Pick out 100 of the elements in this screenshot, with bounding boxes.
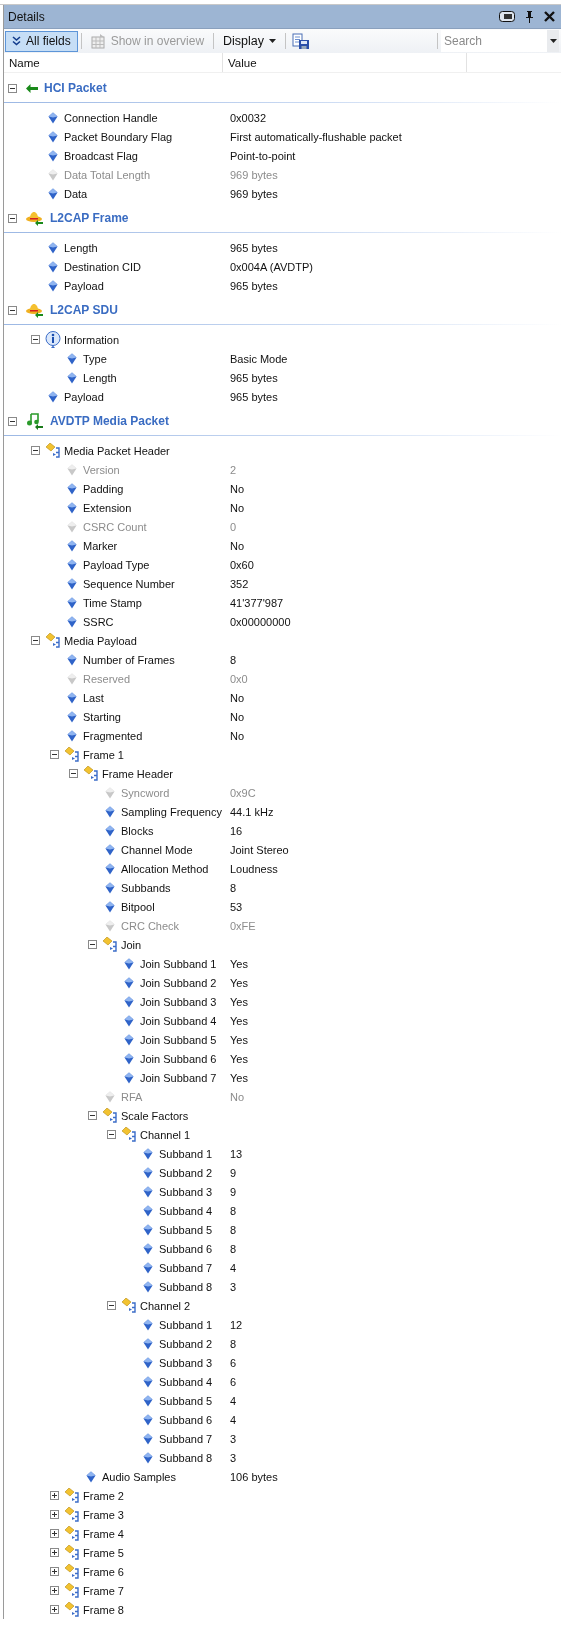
field-name[interactable]: Frame 4 (83, 1527, 124, 1540)
field-name[interactable]: Length (83, 371, 117, 384)
field-name[interactable]: Last (83, 691, 104, 704)
field-name[interactable]: Subband 4 (159, 1204, 213, 1217)
collapse-toggle[interactable] (69, 769, 78, 778)
collapse-toggle[interactable] (50, 1605, 59, 1614)
field-value: 53 (230, 900, 243, 913)
field-name[interactable]: Subband 1 (159, 1318, 213, 1331)
field-name[interactable]: Join Subband 2 (140, 976, 217, 989)
collapse-toggle[interactable] (50, 1491, 59, 1500)
field-name[interactable]: Join (121, 938, 142, 951)
collapse-toggle[interactable] (8, 213, 17, 223)
close-icon[interactable] (544, 11, 555, 22)
save-icon[interactable] (292, 32, 311, 50)
field-name[interactable]: Frame 5 (83, 1546, 124, 1559)
structure-icon (63, 1506, 81, 1523)
field-name[interactable]: Join Subband 3 (140, 995, 217, 1008)
field-name[interactable]: Channel 1 (140, 1128, 191, 1141)
column-header[interactable]: Name (4, 53, 223, 72)
field-name[interactable]: Join Subband 4 (140, 1014, 217, 1027)
field-name[interactable]: Starting (83, 710, 121, 723)
field-name[interactable]: Payload (64, 279, 104, 292)
field-name[interactable]: Scale Factors (121, 1109, 189, 1122)
field-name[interactable]: Frame 3 (83, 1508, 124, 1521)
field-name[interactable]: Padding (83, 482, 124, 495)
field-name[interactable]: Subband 8 (159, 1451, 213, 1464)
collapse-toggle[interactable] (8, 83, 17, 93)
field-name[interactable]: Frame Header (102, 767, 173, 780)
collapse-toggle[interactable] (50, 1529, 59, 1538)
field-name[interactable]: Subband 3 (159, 1356, 213, 1369)
field-name[interactable]: Frame 2 (83, 1489, 124, 1502)
collapse-toggle[interactable] (8, 416, 17, 426)
search-dropdown-button[interactable] (547, 30, 559, 52)
field-name[interactable]: Frame 8 (83, 1603, 124, 1616)
field-name[interactable]: Subband 2 (159, 1166, 213, 1179)
collapse-toggle[interactable] (31, 335, 40, 344)
field-name[interactable]: Subband 8 (159, 1280, 213, 1293)
field-name[interactable]: Payload Type (83, 558, 150, 571)
field-name[interactable]: Frame 1 (83, 748, 124, 761)
field-name[interactable]: Packet Boundary Flag (64, 130, 173, 143)
all-fields-button[interactable]: All fields (5, 30, 78, 52)
field-name[interactable]: Subband 2 (159, 1337, 213, 1350)
field-name[interactable]: Length (64, 241, 98, 254)
field-value: No (230, 710, 245, 723)
field-name[interactable]: Data (64, 187, 88, 200)
field-name[interactable]: Subband 4 (159, 1375, 213, 1388)
collapse-toggle[interactable] (50, 1567, 59, 1576)
collapse-toggle[interactable] (8, 305, 17, 315)
field-name[interactable]: Join Subband 1 (140, 957, 217, 970)
field-name[interactable]: Frame 7 (83, 1584, 124, 1597)
field-name[interactable]: Marker (83, 539, 118, 552)
field-name[interactable]: Subband 1 (159, 1147, 213, 1160)
field-name[interactable]: Payload (64, 390, 104, 403)
field-name[interactable]: Bitpool (121, 900, 155, 913)
column-header[interactable]: Value (223, 53, 467, 72)
display-dropdown[interactable]: Display (217, 30, 283, 52)
collapse-toggle[interactable] (50, 750, 59, 759)
collapse-toggle[interactable] (50, 1548, 59, 1557)
field-name[interactable]: Allocation Method (121, 862, 209, 875)
field-name[interactable]: Connection Handle (64, 111, 158, 124)
field-name[interactable]: Join Subband 5 (140, 1033, 217, 1046)
collapse-toggle[interactable] (31, 446, 40, 455)
search-field[interactable]: Search (441, 30, 547, 52)
field-name[interactable]: Channel 2 (140, 1299, 191, 1312)
field-name[interactable]: Number of Frames (83, 653, 175, 666)
field-name[interactable]: Subband 7 (159, 1261, 213, 1274)
collapse-toggle[interactable] (50, 1586, 59, 1595)
field-name[interactable]: Subband 3 (159, 1185, 213, 1198)
field-name[interactable]: Media Packet Header (64, 444, 170, 457)
field-name[interactable]: Join Subband 6 (140, 1052, 217, 1065)
field-name[interactable]: SSRC (83, 615, 114, 628)
field-name[interactable]: Type (83, 352, 107, 365)
field-name[interactable]: Information (64, 333, 120, 346)
field-name[interactable]: Subbands (121, 881, 171, 894)
collapse-toggle[interactable] (88, 940, 97, 949)
field-name[interactable]: Subband 6 (159, 1413, 213, 1426)
field-name[interactable]: Subband 6 (159, 1242, 213, 1255)
field-name[interactable]: Join Subband 7 (140, 1071, 217, 1084)
field-name[interactable]: Blocks (121, 824, 154, 837)
field-name[interactable]: Sampling Frequency (121, 805, 222, 818)
field-name[interactable]: Channel Mode (121, 843, 193, 856)
field-name[interactable]: Subband 7 (159, 1432, 213, 1445)
field-name[interactable]: Audio Samples (102, 1470, 176, 1483)
field-name[interactable]: Media Payload (64, 634, 137, 647)
collapse-toggle[interactable] (107, 1130, 116, 1139)
field-name[interactable]: Subband 5 (159, 1394, 213, 1407)
pin-icon[interactable] (525, 10, 534, 23)
field-name[interactable]: Subband 5 (159, 1223, 213, 1236)
field-name[interactable]: Broadcast Flag (64, 149, 138, 162)
field-name[interactable]: Extension (83, 501, 132, 514)
collapse-toggle[interactable] (50, 1510, 59, 1519)
field-name[interactable]: Fragmented (83, 729, 143, 742)
collapse-toggle[interactable] (88, 1111, 97, 1120)
field-name[interactable]: Frame 6 (83, 1565, 124, 1578)
collapse-toggle[interactable] (31, 636, 40, 645)
field-name[interactable]: Time Stamp (83, 596, 142, 609)
field-name[interactable]: Sequence Number (83, 577, 175, 590)
window-position-icon[interactable] (499, 11, 515, 22)
collapse-toggle[interactable] (107, 1301, 116, 1310)
field-name[interactable]: Destination CID (64, 260, 142, 273)
